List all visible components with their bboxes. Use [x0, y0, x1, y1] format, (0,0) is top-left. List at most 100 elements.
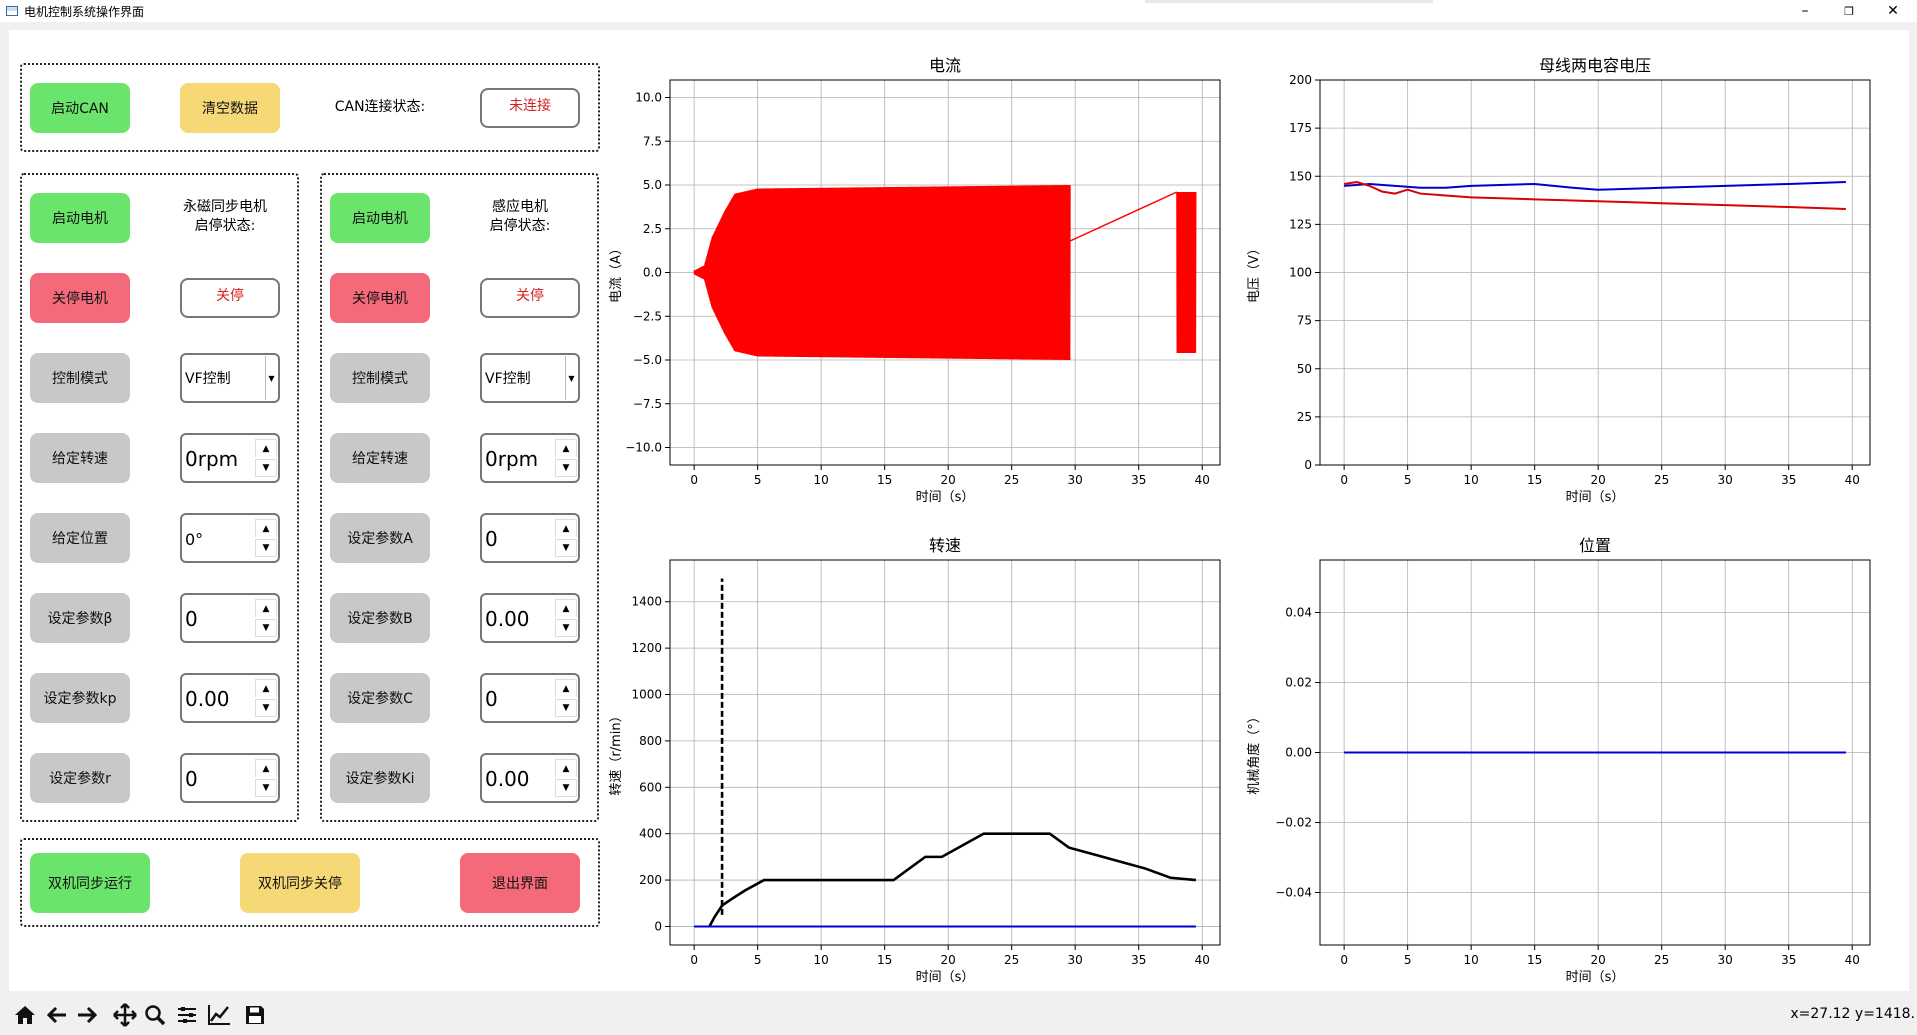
y-tick-label: −5.0: [633, 353, 662, 367]
x-axis-label: 时间（s）: [916, 970, 975, 985]
im-start-motor-button[interactable]: 启动电机: [330, 193, 430, 243]
spin-down-icon[interactable]: ▼: [255, 779, 277, 797]
position-chart[interactable]: 0 5 10 15 20 25 30 35 40 −0.04 −0.02 0.00 0.02 0.04 位置…: [1246, 530, 1890, 1000]
bus-voltage-chart[interactable]: 0 5 10 15 20 25 30 35 40 0 25 50 75 100 125 150 175 200 母线…: [1247, 50, 1890, 520]
im-set-c-button[interactable]: 设定参数C: [330, 673, 430, 723]
im-set-b-button[interactable]: 设定参数B: [330, 593, 430, 643]
spin-down-icon[interactable]: ▼: [555, 619, 577, 637]
speed-chart[interactable]: 0 5 10 15 20 25 30 35 40020040060080010001200140…: [609, 530, 1240, 1000]
pmsm-control-mode-button[interactable]: 控制模式: [30, 353, 130, 403]
clear-data-button[interactable]: 清空数据: [180, 83, 280, 133]
pmsm-set-beta-button[interactable]: 设定参数β: [30, 593, 130, 643]
spin-down-icon[interactable]: ▼: [255, 619, 277, 637]
pmsm-set-r-button[interactable]: 设定参数r: [30, 753, 130, 803]
im-stop-motor-button[interactable]: 关停电机: [330, 273, 430, 323]
y-tick-label: 75: [1297, 314, 1312, 328]
x-tick-label: 10: [1464, 953, 1479, 967]
close-icon[interactable]: ✕: [1870, 0, 1916, 22]
pmsm-beta-spinbox[interactable]: 0 ▲ ▼: [180, 593, 280, 643]
im-c-value: 0: [485, 687, 498, 711]
pmsm-control-mode-select[interactable]: VF控制 ▼: [180, 353, 280, 403]
x-tick-label: 35: [1781, 953, 1796, 967]
start-can-button[interactable]: 启动CAN: [30, 83, 130, 133]
x-tick-label: 25: [1654, 473, 1669, 487]
im-b-spinbox[interactable]: 0.00 ▲ ▼: [480, 593, 580, 643]
current-chart[interactable]: 0 5 10 15 20 25 30 35 40 −10.0 −7.5 −5.0 −2.5 0.0 2.5 5…: [609, 50, 1240, 520]
pmsm-set-kp-button[interactable]: 设定参数kp: [30, 673, 130, 723]
im-control-mode-select[interactable]: VF控制 ▼: [480, 353, 580, 403]
save-icon[interactable]: [242, 1002, 268, 1028]
im-set-ki-button[interactable]: 设定参数Ki: [330, 753, 430, 803]
spin-up-icon[interactable]: ▲: [255, 439, 277, 457]
title-bar: 电机控制系统操作界面 – ❐ ✕: [0, 0, 1917, 22]
home-icon[interactable]: [12, 1002, 38, 1028]
chevron-down-icon[interactable]: ▼: [565, 356, 577, 400]
im-set-speed-button[interactable]: 给定转速: [330, 433, 430, 483]
pan-icon[interactable]: [112, 1002, 138, 1028]
im-speed-value: 0rpm: [485, 447, 539, 471]
spin-up-icon[interactable]: ▲: [555, 439, 577, 457]
y-tick-label: 175: [1289, 121, 1312, 135]
back-arrow-icon[interactable]: [44, 1002, 70, 1028]
spin-up-icon[interactable]: ▲: [255, 599, 277, 617]
exit-button[interactable]: 退出界面: [460, 853, 580, 913]
spin-up-icon[interactable]: ▲: [555, 519, 577, 537]
spin-up-icon[interactable]: ▲: [555, 759, 577, 777]
im-group: [320, 173, 599, 822]
x-tick-label: 0: [1340, 473, 1348, 487]
spin-down-icon[interactable]: ▼: [255, 699, 277, 717]
app-icon: [6, 6, 18, 16]
im-set-a-button[interactable]: 设定参数A: [330, 513, 430, 563]
spin-up-icon[interactable]: ▲: [255, 759, 277, 777]
y-tick-label: 600: [639, 780, 662, 794]
pmsm-speed-spinbox[interactable]: 0rpm ▲ ▼: [180, 433, 280, 483]
pmsm-start-motor-button[interactable]: 启动电机: [30, 193, 130, 243]
y-tick-label: −0.02: [1275, 816, 1312, 830]
x-tick-label: 15: [1527, 953, 1542, 967]
im-c-spinbox[interactable]: 0 ▲ ▼: [480, 673, 580, 723]
minimize-icon[interactable]: –: [1782, 0, 1828, 22]
pmsm-set-speed-button[interactable]: 给定转速: [30, 433, 130, 483]
spin-down-icon[interactable]: ▼: [255, 459, 277, 477]
zoom-icon[interactable]: [142, 1002, 168, 1028]
pmsm-stop-motor-button[interactable]: 关停电机: [30, 273, 130, 323]
spin-up-icon[interactable]: ▲: [255, 679, 277, 697]
chart-title: 位置: [1579, 536, 1611, 555]
pmsm-set-position-button[interactable]: 给定位置: [30, 513, 130, 563]
spin-up-icon[interactable]: ▲: [255, 519, 277, 537]
spin-up-icon[interactable]: ▲: [555, 599, 577, 617]
x-tick-label: 25: [1654, 953, 1669, 967]
im-control-mode-button[interactable]: 控制模式: [330, 353, 430, 403]
x-tick-label: 35: [1131, 473, 1146, 487]
spin-down-icon[interactable]: ▼: [555, 459, 577, 477]
forward-arrow-icon[interactable]: [74, 1002, 100, 1028]
pmsm-r-spinbox[interactable]: 0 ▲ ▼: [180, 753, 280, 803]
x-tick-label: 0: [690, 473, 698, 487]
im-speed-spinbox[interactable]: 0rpm ▲ ▼: [480, 433, 580, 483]
x-tick-label: 10: [814, 953, 829, 967]
y-tick-label: 1000: [631, 688, 662, 702]
im-ki-spinbox[interactable]: 0.00 ▲ ▼: [480, 753, 580, 803]
y-tick-label: 25: [1297, 410, 1312, 424]
x-tick-label: 15: [877, 953, 892, 967]
y-axis-label: 机械角度（°）: [1246, 710, 1262, 795]
x-tick-label: 20: [1591, 953, 1606, 967]
x-tick-label: 5: [1404, 953, 1412, 967]
pmsm-kp-spinbox[interactable]: 0.00 ▲ ▼: [180, 673, 280, 723]
im-a-spinbox[interactable]: 0 ▲ ▼: [480, 513, 580, 563]
sync-stop-button[interactable]: 双机同步关停: [240, 853, 360, 913]
pmsm-kp-value: 0.00: [185, 687, 230, 711]
configure-subplots-icon[interactable]: [174, 1002, 200, 1028]
spin-down-icon[interactable]: ▼: [555, 779, 577, 797]
spin-down-icon[interactable]: ▼: [255, 539, 277, 557]
spin-up-icon[interactable]: ▲: [555, 679, 577, 697]
spin-down-icon[interactable]: ▼: [555, 539, 577, 557]
y-tick-label: 1400: [631, 595, 662, 609]
sync-run-button[interactable]: 双机同步运行: [30, 853, 150, 913]
spin-down-icon[interactable]: ▼: [555, 699, 577, 717]
edit-axis-icon[interactable]: [206, 1002, 232, 1028]
y-tick-label: 200: [1289, 73, 1312, 87]
chevron-down-icon[interactable]: ▼: [265, 356, 277, 400]
restore-icon[interactable]: ❐: [1826, 0, 1872, 22]
pmsm-position-spinbox[interactable]: 0° ▲ ▼: [180, 513, 280, 563]
